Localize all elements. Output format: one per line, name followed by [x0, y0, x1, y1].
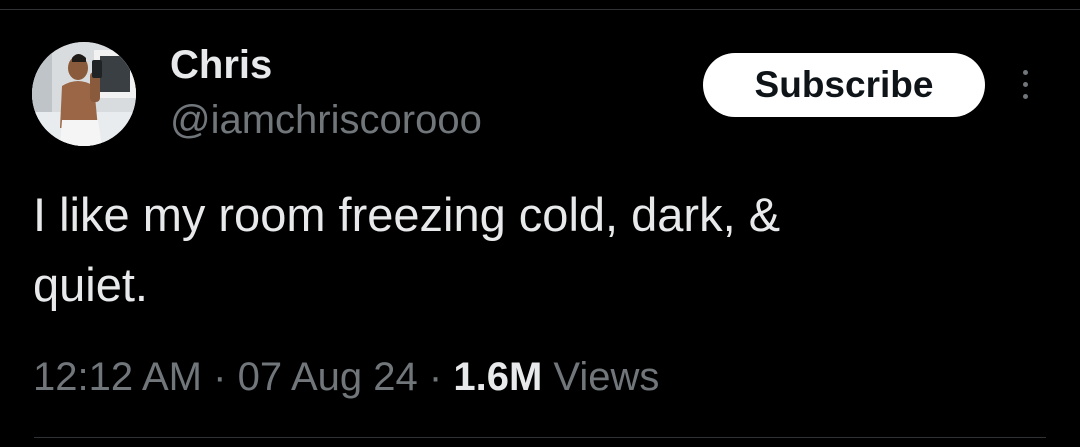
- author-handle[interactable]: @iamchriscorooo: [170, 97, 482, 143]
- meta-separator: ·: [428, 355, 443, 399]
- bottom-divider: [34, 437, 1046, 438]
- avatar[interactable]: [32, 42, 136, 146]
- avatar-photo: [32, 42, 136, 146]
- meta-separator: ·: [213, 355, 227, 399]
- tweet-date[interactable]: 07 Aug 24: [238, 355, 418, 399]
- tweet-text-line-2: quiet.: [33, 258, 148, 311]
- more-dots-icon: [1022, 81, 1028, 87]
- more-dots-icon: [1022, 93, 1028, 99]
- more-options-button[interactable]: [1010, 64, 1040, 104]
- views-label: Views: [553, 355, 660, 399]
- tweet-text-line-1: I like my room freezing cold, dark, &: [33, 188, 781, 241]
- author-name[interactable]: Chris: [170, 42, 272, 88]
- more-dots-icon: [1022, 69, 1028, 75]
- tweet-time[interactable]: 12:12 AM: [33, 355, 202, 399]
- subscribe-button[interactable]: Subscribe: [703, 53, 985, 117]
- views-count[interactable]: 1.6M: [453, 355, 542, 399]
- top-divider: [0, 9, 1080, 10]
- tweet-text: I like my room freezing cold, dark, & qui…: [33, 180, 1023, 320]
- tweet-meta: 12:12 AM · 07 Aug 24 · 1.6M Views: [33, 352, 659, 402]
